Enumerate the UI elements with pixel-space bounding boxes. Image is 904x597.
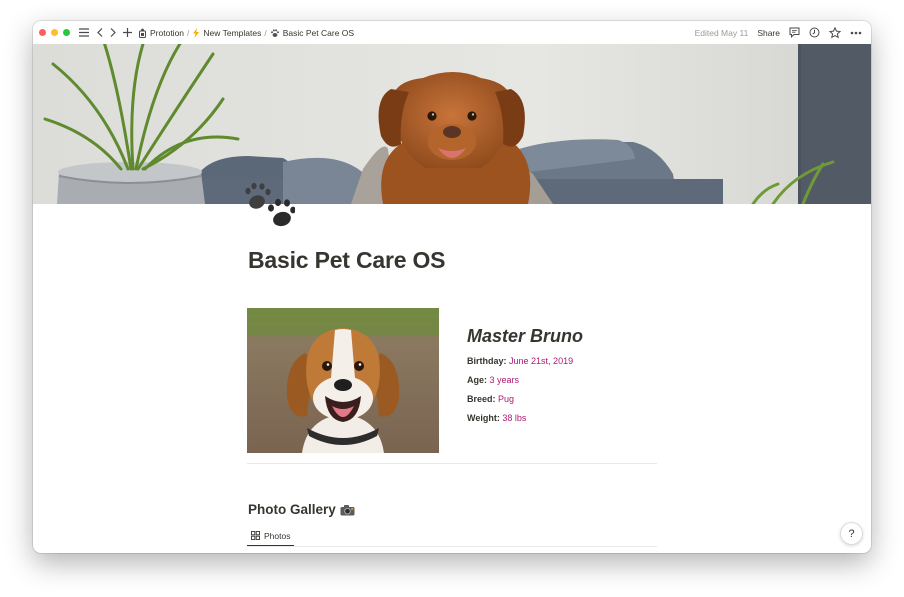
favorite-star-icon[interactable] [829, 26, 841, 39]
property-value: 38 lbs [502, 413, 527, 423]
breadcrumb: Prototion / New Templates / Basic Pet Ca… [138, 27, 354, 38]
breadcrumb-item-new-templates[interactable]: New Templates [192, 27, 262, 38]
share-button[interactable]: Share [757, 28, 780, 38]
breadcrumb-label: Prototion [150, 27, 185, 38]
tab-label: Photos [264, 530, 291, 541]
forward-arrow-icon[interactable] [110, 28, 116, 37]
property-age[interactable]: Age: 3 years [467, 375, 583, 385]
paw-print-icon[interactable] [243, 179, 296, 227]
help-button[interactable]: ? [840, 522, 863, 545]
breadcrumb-separator: / [264, 27, 267, 38]
maximize-window-button[interactable] [63, 29, 70, 36]
page-title[interactable]: Basic Pet Care OS [248, 247, 446, 274]
breadcrumb-label: Basic Pet Care OS [282, 27, 355, 38]
property-label: Age: [467, 375, 487, 385]
breadcrumb-item-prototion[interactable]: Prototion [138, 28, 184, 38]
gallery-title-text: Photo Gallery [248, 502, 336, 517]
updates-clock-icon[interactable] [809, 27, 820, 38]
edited-timestamp: Edited May 11 [694, 27, 749, 38]
property-label: Birthday: [467, 356, 507, 366]
sidebar-menu-icon[interactable] [79, 28, 89, 37]
section-divider [247, 463, 657, 464]
property-value: 3 years [489, 375, 520, 385]
paw-print-icon [270, 28, 279, 37]
workspace-icon [139, 28, 146, 38]
tab-photos[interactable]: Photos [247, 526, 295, 547]
tab-underline-divider [247, 546, 657, 547]
breadcrumb-label: New Templates [203, 27, 262, 38]
property-breed[interactable]: Breed: Pug [467, 394, 583, 404]
property-birthday[interactable]: Birthday: June 21st, 2019 [467, 356, 583, 366]
title-bar: Prototion / New Templates / Basic Pet Ca… [33, 21, 871, 44]
property-label: Breed: [467, 394, 496, 404]
breadcrumb-separator: / [187, 27, 190, 38]
property-weight[interactable]: Weight: 38 lbs [467, 413, 583, 423]
comment-icon[interactable] [789, 27, 800, 38]
more-options-icon[interactable] [850, 31, 862, 35]
property-value: June 21st, 2019 [509, 356, 574, 366]
minimize-window-button[interactable] [51, 29, 58, 36]
pet-profile: Master Bruno Birthday: June 21st, 2019 A… [467, 326, 583, 432]
close-window-button[interactable] [39, 29, 46, 36]
window-controls [39, 29, 70, 36]
add-page-icon[interactable] [123, 28, 132, 37]
back-arrow-icon[interactable] [97, 28, 103, 37]
app-window: Prototion / New Templates / Basic Pet Ca… [33, 21, 871, 553]
property-value: Pug [498, 394, 515, 404]
property-label: Weight: [467, 413, 500, 423]
gallery-grid-icon [251, 531, 260, 540]
breadcrumb-item-basic-pet-care-os[interactable]: Basic Pet Care OS [270, 28, 354, 38]
camera-icon [340, 504, 355, 515]
gallery-heading[interactable]: Photo Gallery [248, 502, 355, 517]
lightning-icon [193, 27, 200, 38]
topbar-actions: Edited May 11 Share [694, 26, 862, 39]
page-cover-image[interactable] [33, 44, 871, 204]
pet-name[interactable]: Master Bruno [467, 326, 583, 347]
pet-photo[interactable] [247, 308, 439, 453]
